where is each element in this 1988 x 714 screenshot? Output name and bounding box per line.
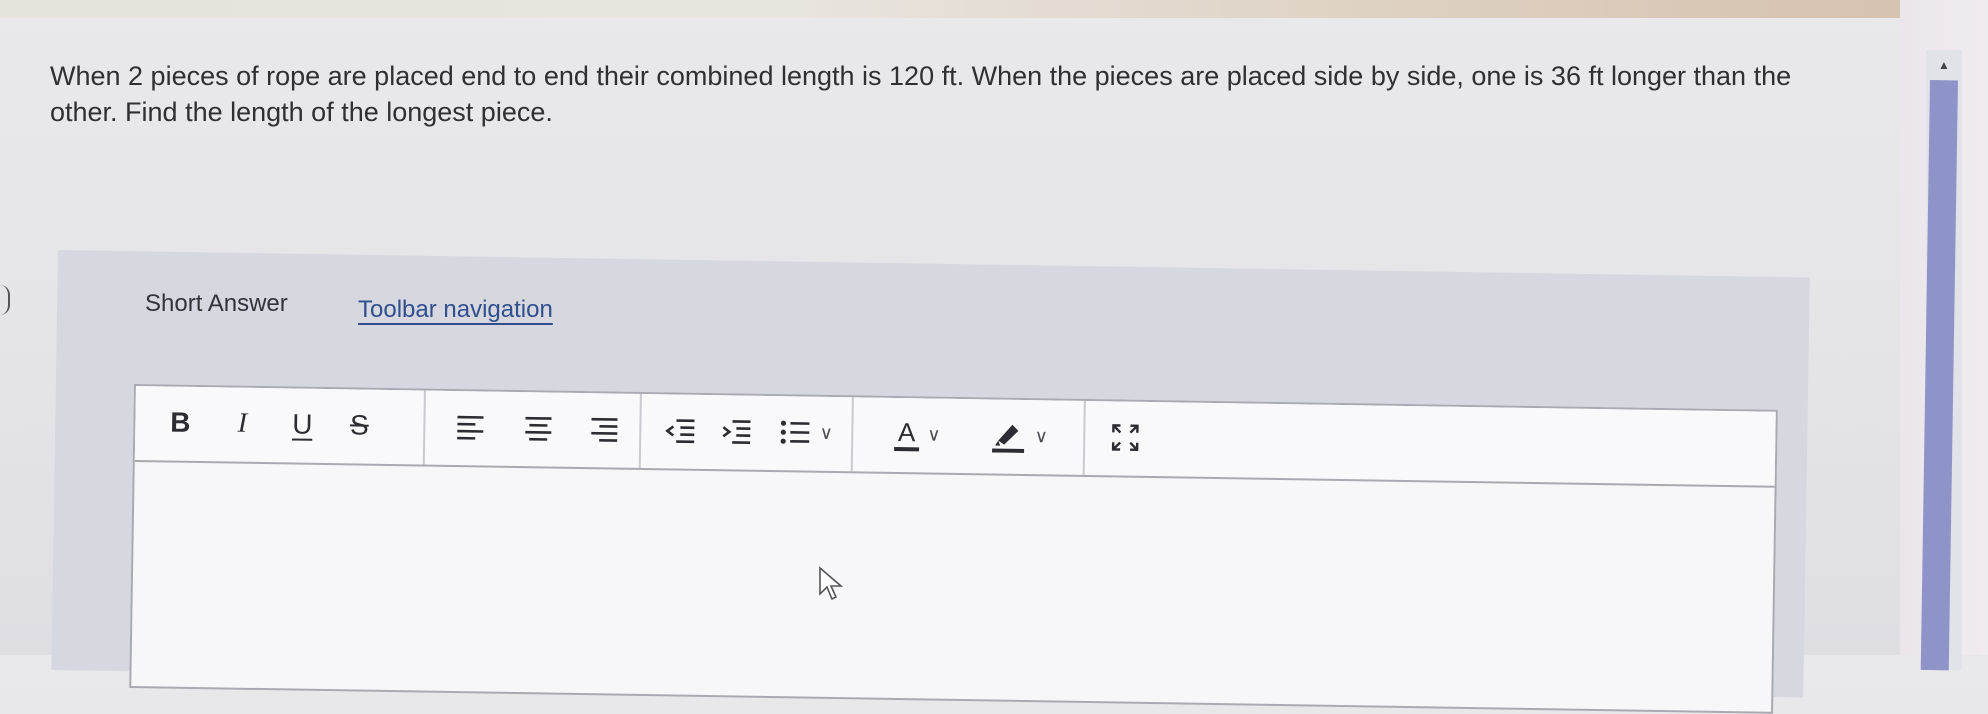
mouse-cursor-icon	[818, 566, 846, 607]
strikethrough-icon: S	[350, 409, 369, 441]
top-strip	[0, 0, 1988, 18]
bold-button[interactable]: B	[163, 402, 198, 443]
underline-button[interactable]: U	[287, 404, 318, 444]
align-left-icon	[455, 414, 485, 440]
font-color-button[interactable]: A ∨	[877, 414, 958, 455]
chevron-down-icon: ∨	[927, 424, 941, 445]
font-color-icon: A	[894, 417, 920, 451]
align-right-button[interactable]	[587, 409, 622, 450]
align-left-button[interactable]	[453, 407, 488, 448]
toolbar-separator	[1083, 401, 1086, 475]
italic-button[interactable]: I	[227, 403, 258, 443]
underline-icon: U	[292, 408, 313, 440]
align-right-icon	[589, 416, 619, 442]
scroll-up-arrow-icon[interactable]: ▲	[1926, 50, 1962, 80]
chevron-down-icon: ∨	[1035, 426, 1049, 447]
answer-type-label: Short Answer	[145, 290, 288, 318]
answer-text-area[interactable]	[131, 462, 1774, 710]
toolbar-separator	[423, 391, 426, 465]
bold-icon: B	[170, 407, 191, 439]
italic-icon: I	[237, 408, 247, 440]
indent-button[interactable]	[719, 411, 754, 452]
fullscreen-button[interactable]	[1105, 417, 1146, 458]
outdent-icon	[664, 417, 696, 443]
highlight-icon	[990, 418, 1027, 453]
left-edge-handle	[0, 285, 10, 315]
highlight-button[interactable]: ∨	[977, 415, 1062, 456]
align-center-button[interactable]	[521, 408, 556, 449]
outdent-button[interactable]	[663, 410, 698, 451]
toolbar-separator	[639, 394, 642, 468]
bullet-list-icon	[780, 419, 812, 445]
align-center-icon	[523, 415, 553, 441]
rich-text-editor: B I U S ∨	[129, 384, 1778, 714]
bullet-list-button[interactable]: ∨	[771, 412, 842, 453]
question-text: When 2 pieces of rope are placed end to …	[50, 58, 1830, 130]
indent-icon	[720, 418, 752, 444]
toolbar-navigation-link[interactable]: Toolbar navigation	[358, 296, 553, 324]
strikethrough-button[interactable]: S	[343, 405, 376, 445]
toolbar-separator	[851, 397, 854, 471]
chevron-down-icon: ∨	[820, 422, 834, 443]
fullscreen-icon	[1110, 422, 1140, 452]
